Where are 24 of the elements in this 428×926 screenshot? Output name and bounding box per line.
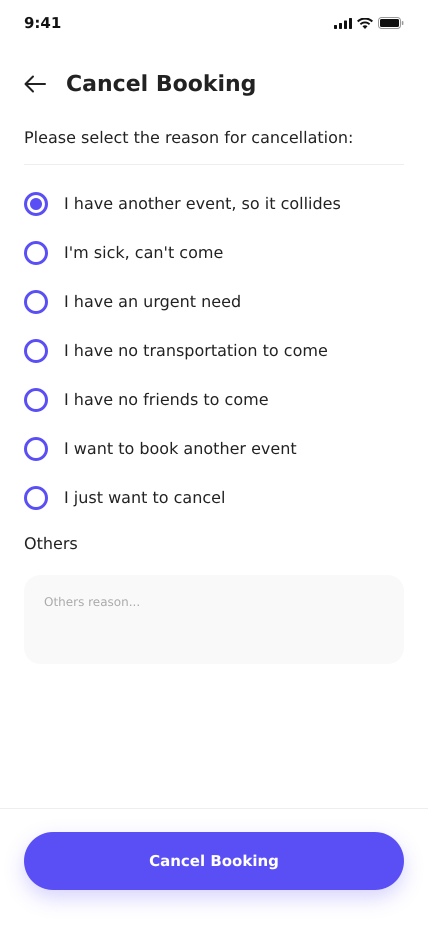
reason-option[interactable]: I have another event, so it collides (24, 179, 404, 228)
radio-button[interactable] (24, 240, 48, 264)
radio-button[interactable] (24, 338, 48, 362)
radio-button[interactable] (24, 290, 48, 314)
reason-option[interactable]: I have no friends to come (24, 375, 404, 424)
reason-input-field[interactable]: Others reason... (24, 575, 404, 664)
reason-option[interactable]: I want to book another event (24, 424, 404, 473)
radio-button[interactable] (24, 486, 48, 510)
reason-option[interactable]: I'm sick, can't come (24, 228, 404, 277)
page-title: Cancel Booking (66, 72, 256, 96)
status-time: 9:41 (24, 14, 62, 32)
reason-option[interactable]: I have an urgent need (24, 277, 404, 326)
battery-icon (378, 17, 404, 29)
wifi-icon (357, 18, 373, 28)
radio-button[interactable] (24, 388, 48, 412)
reason-option[interactable]: I have no transportation to come (24, 326, 404, 375)
radio-button[interactable] (24, 192, 48, 216)
radio-button[interactable] (24, 436, 48, 460)
signal-icon (334, 18, 352, 28)
reason-option[interactable]: I just want to cancel (24, 473, 404, 522)
instruction-text: Please select the reason for cancellation: (24, 128, 354, 148)
cancel-booking-button[interactable]: Cancel Booking (24, 832, 404, 890)
back-button[interactable] (24, 75, 46, 93)
others-label: Others (24, 534, 79, 553)
